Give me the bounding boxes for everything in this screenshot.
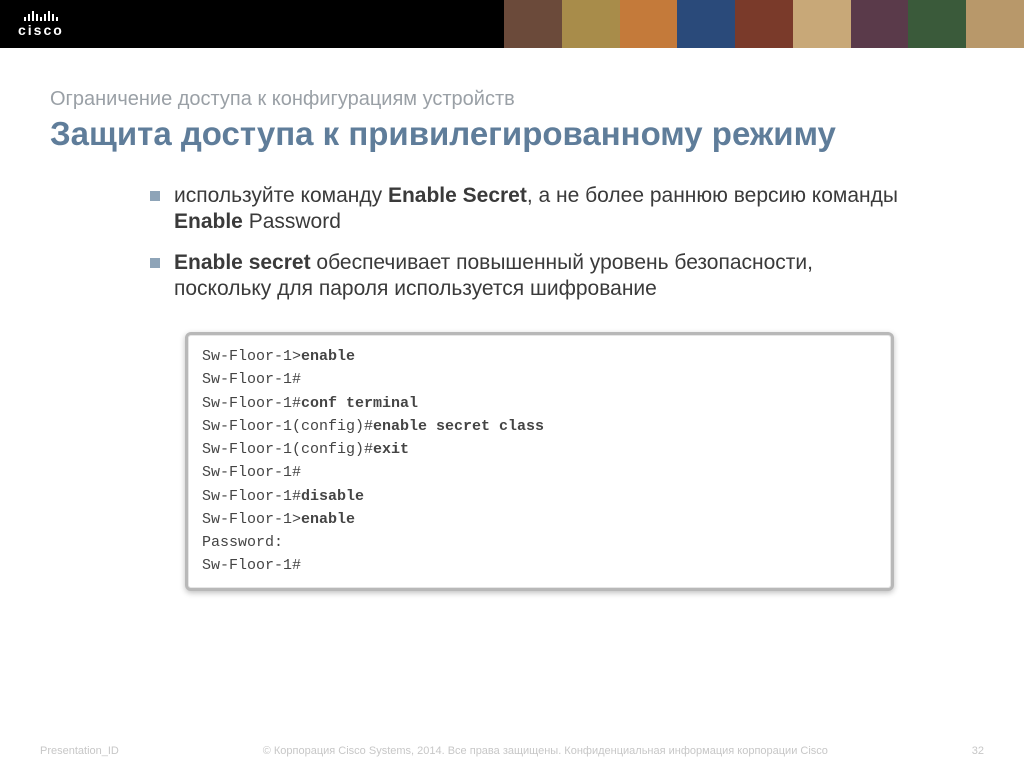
slide-subtitle: Ограничение доступа к конфигурациям устр… — [50, 88, 974, 111]
cisco-logo-text: cisco — [18, 23, 64, 37]
bullet-item: Enable secret обеспечивает повышенный ур… — [150, 250, 914, 303]
terminal-line: Password: — [202, 531, 877, 554]
footer-center: © Корпорация Cisco Systems, 2014. Все пр… — [263, 745, 828, 757]
terminal-line: Sw-Floor-1#conf terminal — [202, 392, 877, 415]
slide-footer: Presentation_ID © Корпорация Cisco Syste… — [0, 745, 1024, 757]
bullet-list: используйте команду Enable Secret, а не … — [150, 183, 914, 302]
bullet-marker-icon — [150, 191, 160, 201]
slide-title: Защита доступа к привилегированному режи… — [50, 115, 974, 153]
terminal-line: Sw-Floor-1#disable — [202, 485, 877, 508]
cisco-logo: cisco — [18, 11, 64, 37]
bullet-item: используйте команду Enable Secret, а не … — [150, 183, 914, 236]
terminal-line: Sw-Floor-1(config)#enable secret class — [202, 415, 877, 438]
terminal: Sw-Floor-1>enable Sw-Floor-1# Sw-Floor-1… — [185, 332, 894, 591]
terminal-line: Sw-Floor-1# — [202, 554, 877, 577]
top-banner: cisco — [0, 0, 1024, 48]
slide-content: Ограничение доступа к конфигурациям устр… — [0, 48, 1024, 591]
footer-left: Presentation_ID — [40, 745, 119, 757]
bullet-text: Enable secret обеспечивает повышенный ур… — [174, 250, 914, 303]
cisco-logo-bars — [24, 11, 58, 21]
bullet-text: используйте команду Enable Secret, а не … — [174, 183, 914, 236]
footer-page-number: 32 — [972, 745, 984, 757]
bullet-marker-icon — [150, 258, 160, 268]
terminal-line: Sw-Floor-1# — [202, 368, 877, 391]
banner-images — [504, 0, 1024, 48]
terminal-line: Sw-Floor-1>enable — [202, 508, 877, 531]
terminal-line: Sw-Floor-1>enable — [202, 345, 877, 368]
terminal-container: Sw-Floor-1>enable Sw-Floor-1# Sw-Floor-1… — [185, 332, 894, 591]
terminal-line: Sw-Floor-1(config)#exit — [202, 438, 877, 461]
terminal-line: Sw-Floor-1# — [202, 461, 877, 484]
